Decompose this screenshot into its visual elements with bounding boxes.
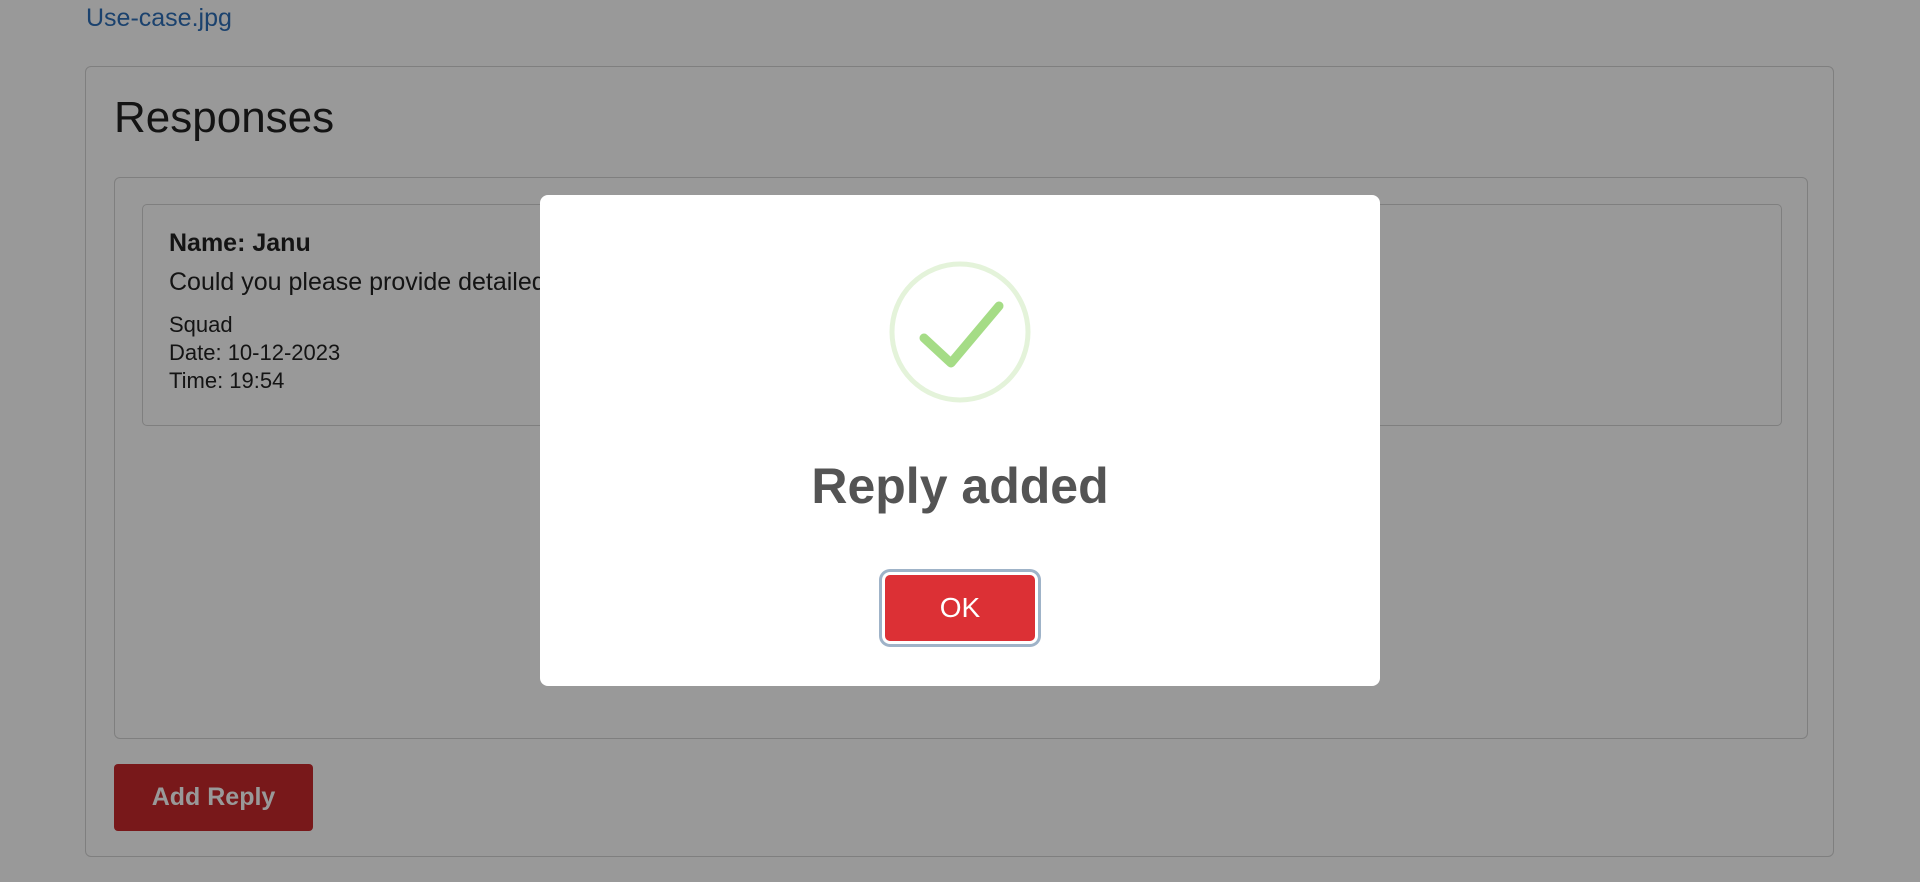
ok-button[interactable]: OK — [885, 575, 1035, 641]
success-check-icon — [889, 261, 1031, 403]
modal-title: Reply added — [811, 458, 1109, 514]
success-modal: Reply added OK — [540, 195, 1380, 686]
page: Use-case.jpg Responses Name: Janu Could … — [0, 0, 1920, 882]
